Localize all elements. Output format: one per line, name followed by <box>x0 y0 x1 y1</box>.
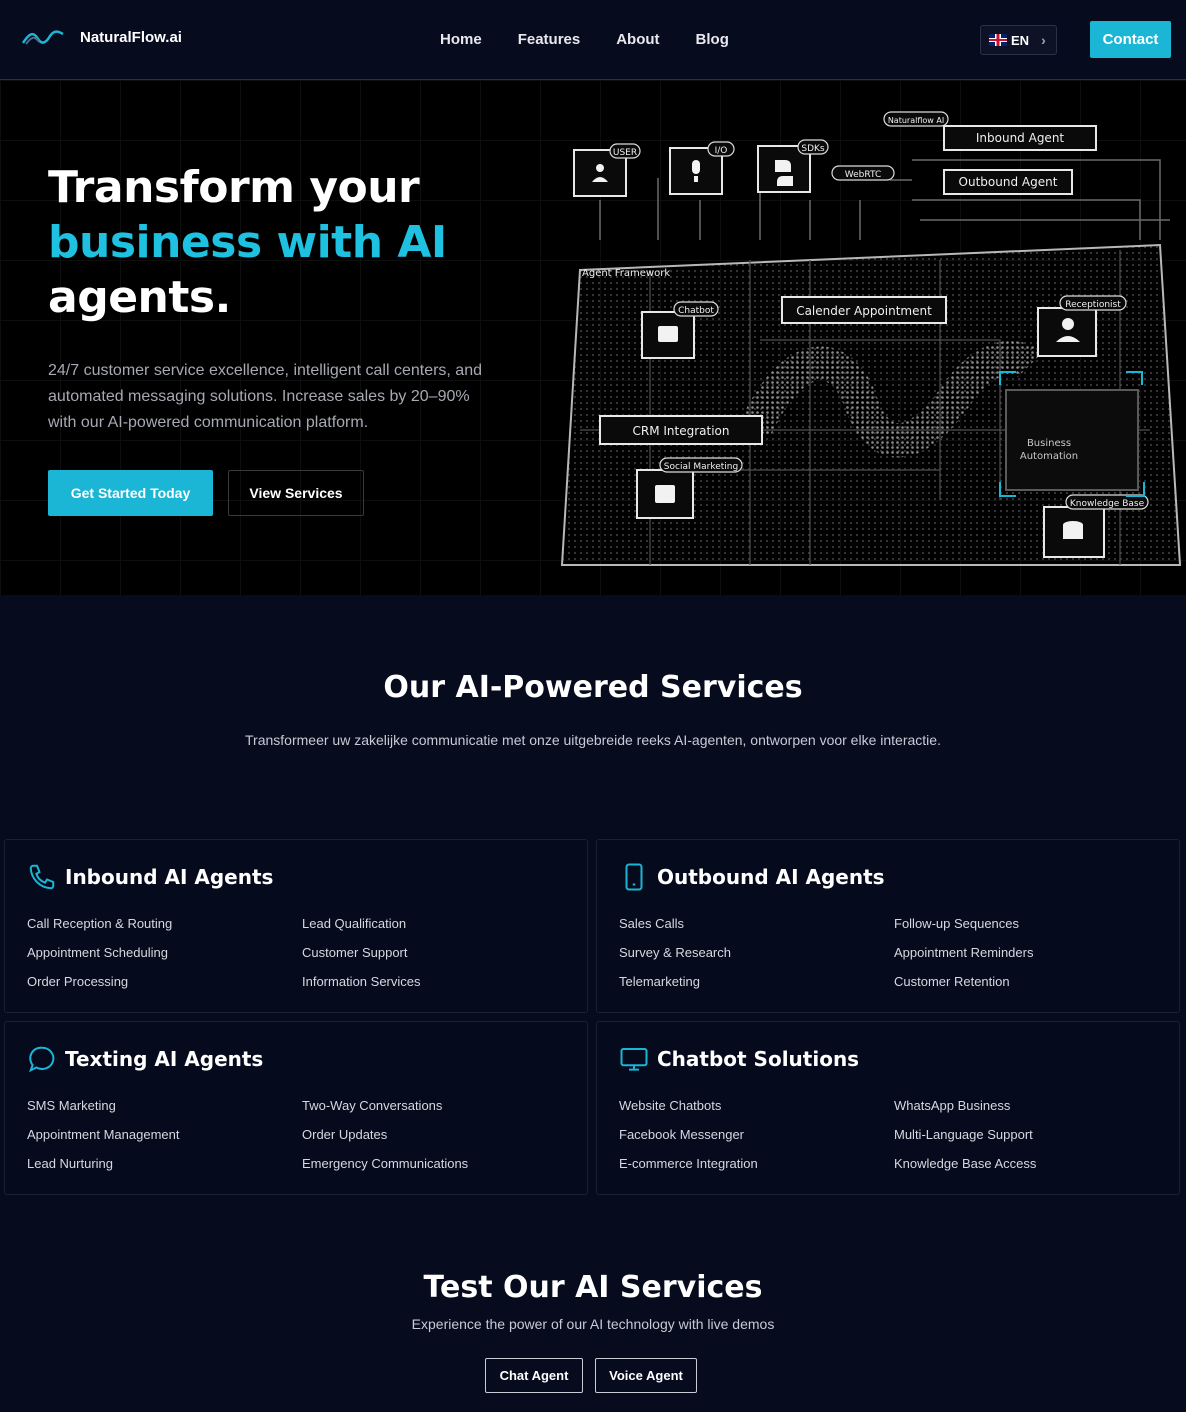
services-subtitle: Transformeer uw zakelijke communicatie m… <box>245 732 941 748</box>
service-item: Facebook Messenger <box>619 1127 745 1142</box>
service-item: Lead Nurturing <box>27 1156 113 1171</box>
agent-architecture-diagram: USER I/O SDKs WebRTC Naturalflow AI Inbo… <box>560 111 1182 566</box>
service-item: Knowledge Base Access <box>894 1156 1037 1171</box>
language-selector[interactable]: EN › <box>980 25 1057 55</box>
hero-section: Transform your business with AI agents. … <box>0 80 1186 595</box>
service-item: Emergency Communications <box>302 1156 469 1171</box>
top-navigation: NaturalFlow.ai Home Features About Blog … <box>0 0 1186 80</box>
hero-title: Transform your business with AI agents. <box>48 160 447 325</box>
hero-title-accent: business with AI <box>48 217 447 268</box>
service-item: Customer Support <box>302 945 408 960</box>
service-card-texting: Texting AI Agents SMS Marketing Two-Way … <box>4 1021 588 1195</box>
voice-agent-button[interactable]: Voice Agent <box>595 1358 697 1393</box>
chevron-right-icon: › <box>1041 32 1046 48</box>
nav-link-home[interactable]: Home <box>440 31 482 48</box>
diagram-label-social: Social Marketing <box>664 462 738 472</box>
brand-name: NaturalFlow.ai <box>80 28 182 46</box>
uk-flag-icon <box>989 34 1007 46</box>
phone-icon <box>29 864 55 890</box>
diagram-label-automation: Automation <box>1020 451 1078 462</box>
diagram-label-business: Business <box>1027 438 1071 449</box>
brand-logo[interactable]: NaturalFlow.ai <box>22 28 182 46</box>
nav-link-features[interactable]: Features <box>518 31 581 48</box>
service-item: Appointment Scheduling <box>27 945 168 960</box>
mobile-icon <box>625 863 643 891</box>
view-services-button[interactable]: View Services <box>228 470 364 516</box>
hero-title-line1: Transform your <box>48 162 420 213</box>
service-item: SMS Marketing <box>27 1098 116 1113</box>
language-code: EN <box>1011 32 1030 48</box>
diagram-label-user: USER <box>613 148 637 158</box>
service-item: Sales Calls <box>619 916 685 931</box>
diagram-label-knowledge: Knowledge Base <box>1070 499 1145 509</box>
nav-link-about[interactable]: About <box>616 31 659 48</box>
service-item: Call Reception & Routing <box>27 916 173 931</box>
diagram-label-naturalflow: Naturalflow AI <box>888 116 944 125</box>
service-item: Appointment Management <box>27 1127 180 1142</box>
diagram-label-framework: Agent Framework <box>582 268 670 279</box>
diagram-label-sdks: SDKs <box>801 144 825 154</box>
service-item: Website Chatbots <box>619 1098 722 1113</box>
service-item: WhatsApp Business <box>894 1098 1011 1113</box>
service-item: Appointment Reminders <box>894 945 1034 960</box>
diagram-label-calendar: Calender Appointment <box>796 304 932 318</box>
service-item: Information Services <box>302 974 421 989</box>
service-item: Survey & Research <box>619 945 731 960</box>
service-item: Order Processing <box>27 974 129 989</box>
test-subtitle: Experience the power of our AI technolog… <box>411 1316 775 1332</box>
card-title: Inbound AI Agents <box>65 865 274 889</box>
diagram-label-inbound: Inbound Agent <box>976 131 1065 145</box>
service-item: E-commerce Integration <box>619 1156 758 1171</box>
diagram-label-outbound: Outbound Agent <box>959 175 1058 189</box>
diagram-label-webrtc: WebRTC <box>845 170 881 180</box>
service-item: Order Updates <box>302 1127 388 1142</box>
card-title: Texting AI Agents <box>65 1047 264 1071</box>
service-card-chatbot: Chatbot Solutions Website Chatbots Whats… <box>596 1021 1180 1195</box>
diagram-label-crm: CRM Integration <box>632 424 729 438</box>
monitor-icon <box>620 1048 648 1071</box>
diagram-label-io: I/O <box>715 146 728 156</box>
hero-title-line3: agents. <box>48 272 231 323</box>
chat-bubble-icon <box>28 1046 55 1073</box>
service-item: Lead Qualification <box>302 916 407 931</box>
service-card-inbound: Inbound AI Agents Call Reception & Routi… <box>4 839 588 1013</box>
service-item: Multi-Language Support <box>894 1127 1033 1142</box>
get-started-button[interactable]: Get Started Today <box>48 470 213 516</box>
contact-button[interactable]: Contact <box>1090 21 1171 58</box>
card-title: Outbound AI Agents <box>657 865 885 889</box>
service-card-outbound: Outbound AI Agents Sales Calls Follow-up… <box>596 839 1180 1013</box>
card-title: Chatbot Solutions <box>657 1047 860 1071</box>
test-title: Test Our AI Services <box>423 1270 763 1305</box>
service-item: Follow-up Sequences <box>894 916 1020 931</box>
main-menu: Home Features About Blog <box>440 31 729 48</box>
service-item: Telemarketing <box>619 974 700 989</box>
chat-agent-button[interactable]: Chat Agent <box>485 1358 583 1393</box>
diagram-label-receptionist: Receptionist <box>1065 300 1121 310</box>
services-title: Our AI-Powered Services <box>383 670 803 705</box>
wave-logo-icon <box>22 30 64 45</box>
service-item: Two-Way Conversations <box>302 1098 443 1113</box>
hero-description: 24/7 customer service excellence, intell… <box>48 362 482 431</box>
diagram-label-chatbot: Chatbot <box>678 306 714 316</box>
service-item: Customer Retention <box>894 974 1010 989</box>
nav-link-blog[interactable]: Blog <box>696 31 729 48</box>
